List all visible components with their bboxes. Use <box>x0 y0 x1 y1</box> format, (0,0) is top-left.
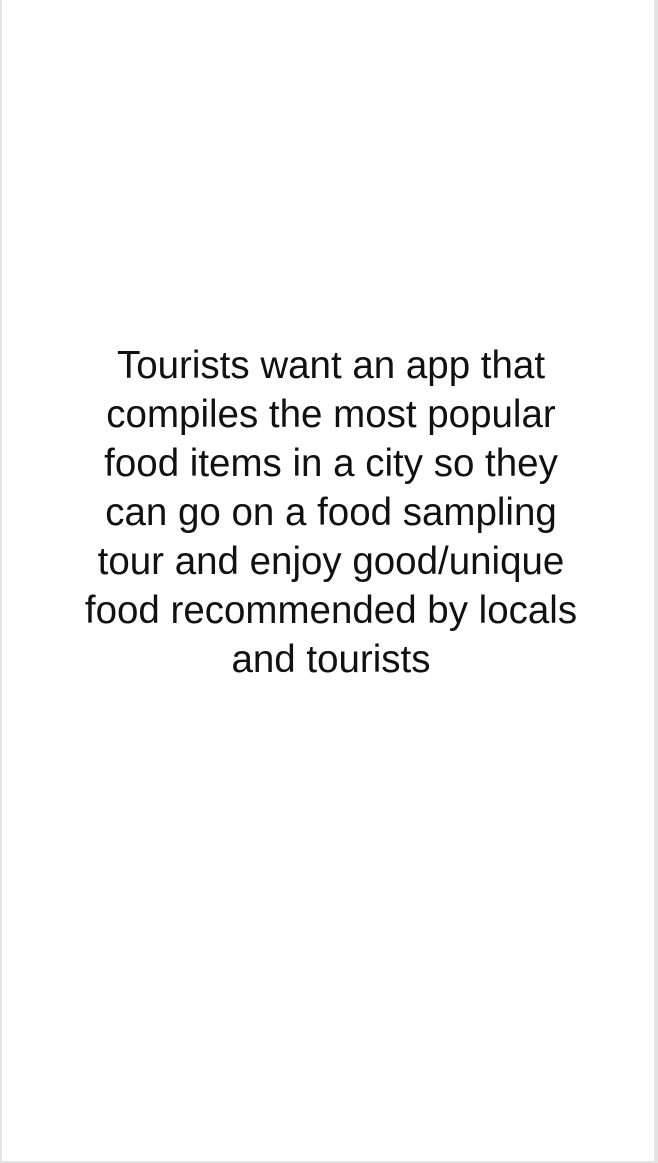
problem-statement-text: Tourists want an app that compiles the m… <box>84 344 578 681</box>
app-screen: Tourists want an app that compiles the m… <box>0 0 658 1163</box>
